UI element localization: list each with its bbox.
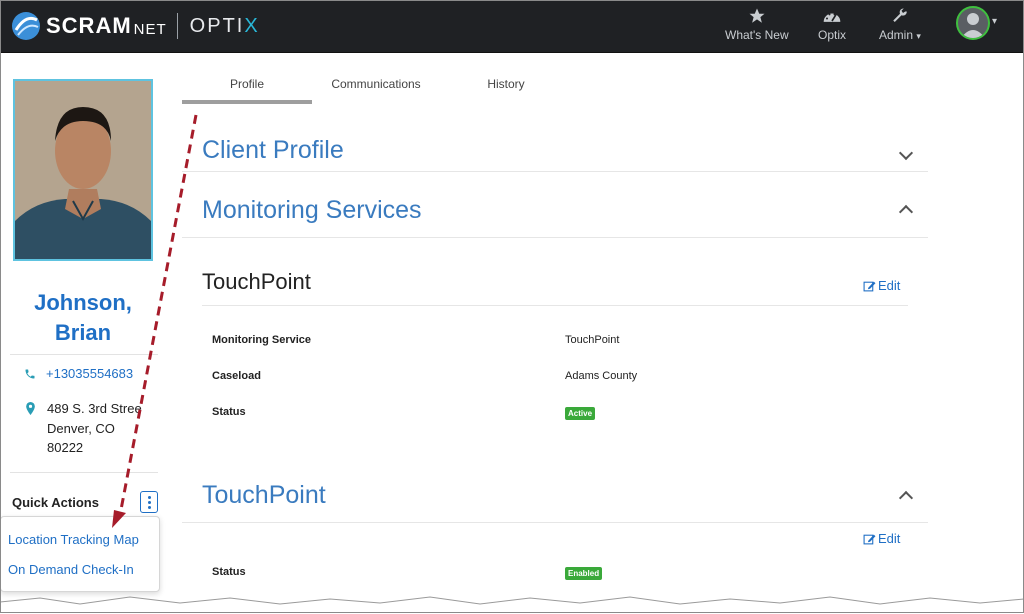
torn-edge-line xyxy=(0,596,1024,605)
edit-icon xyxy=(863,281,876,291)
edit-label: Edit xyxy=(878,531,901,546)
divider xyxy=(182,522,928,523)
top-navbar: SCRAM NET OPTIX What's New Optix Admin ▾… xyxy=(0,0,1024,53)
quick-actions-title: Quick Actions xyxy=(12,495,99,510)
divider xyxy=(202,305,908,306)
edit-icon xyxy=(863,534,876,544)
client-last-name: Johnson, xyxy=(34,290,132,315)
field-value-caseload: Adams County xyxy=(565,370,638,382)
client-portrait-image xyxy=(15,81,151,259)
scram-swirl-icon xyxy=(12,12,40,40)
tab-profile[interactable]: Profile xyxy=(182,77,312,91)
field-label-monitoring-service: Monitoring Service xyxy=(212,334,312,346)
tab-history[interactable]: History xyxy=(441,77,571,91)
torn-edge xyxy=(0,597,1024,614)
status-badge-active: Active xyxy=(565,407,596,420)
client-name: Johnson, Brian xyxy=(10,288,156,348)
edit-touchpoint-button[interactable]: Edit xyxy=(863,278,900,293)
field-value-monitoring-service: TouchPoint xyxy=(565,334,620,346)
chevron-up-icon[interactable] xyxy=(898,490,914,506)
edit-label: Edit xyxy=(878,278,901,293)
kebab-dot-icon xyxy=(147,505,151,509)
user-avatar-button[interactable] xyxy=(956,6,990,40)
nav-optix[interactable]: Optix xyxy=(818,6,846,42)
client-first-name: Brian xyxy=(54,320,112,345)
brand-divider xyxy=(176,13,178,39)
chevron-down-icon[interactable] xyxy=(898,145,914,161)
brand-net-text: NET xyxy=(133,20,167,38)
quick-actions-kebab-button[interactable] xyxy=(140,491,158,513)
client-address-text: 489 S. 3rd Stree Denver, CO 80222 xyxy=(47,399,142,458)
nav-whats-new[interactable]: What's New xyxy=(725,6,789,42)
divider xyxy=(182,237,928,238)
nav-optix-label: Optix xyxy=(818,28,847,42)
menu-item-on-demand-check-in[interactable]: On Demand Check-In xyxy=(8,562,134,577)
client-phone-number[interactable]: +13035554683 xyxy=(46,366,133,381)
divider xyxy=(182,171,928,172)
brand-scram-text: SCRAM xyxy=(46,13,132,38)
nav-admin-label: Admin xyxy=(879,28,914,42)
map-pin-icon xyxy=(26,402,35,415)
kebab-dot-icon xyxy=(147,500,151,504)
phone-icon xyxy=(25,369,35,378)
field-label-status: Status xyxy=(212,406,246,418)
address-line-1: 489 S. 3rd Stree xyxy=(47,401,142,416)
admin-caret-icon: ▾ xyxy=(916,31,921,41)
menu-item-location-tracking-map[interactable]: Location Tracking Map xyxy=(8,532,139,547)
dashboard-gauge-icon xyxy=(823,13,841,22)
avatar-caret-icon[interactable]: ▾ xyxy=(992,16,997,27)
quick-actions-menu: Location Tracking Map On Demand Check-In xyxy=(0,516,160,592)
address-line-2: Denver, CO xyxy=(47,420,115,436)
chevron-up-icon[interactable] xyxy=(898,204,914,220)
client-phone[interactable]: +13035554683 xyxy=(24,366,133,381)
tab-communications[interactable]: Communications xyxy=(311,77,441,91)
nav-admin[interactable]: Admin ▾ xyxy=(879,6,921,42)
brand-optix-text: OPTIX xyxy=(189,14,260,37)
client-photo xyxy=(13,79,153,261)
touchpoint-card-title: TouchPoint xyxy=(202,269,311,294)
nav-whats-new-label: What's New xyxy=(725,28,789,42)
active-tab-indicator xyxy=(182,100,312,104)
wrench-icon xyxy=(893,8,907,22)
address-line-3: 80222 xyxy=(47,440,84,455)
monitoring-services-heading[interactable]: Monitoring Services xyxy=(202,196,422,225)
scramnet-optix-logo[interactable]: SCRAM NET OPTIX xyxy=(10,8,260,44)
client-profile-heading[interactable]: Client Profile xyxy=(202,136,344,165)
user-avatar-icon xyxy=(961,13,985,38)
field-label-status: Status xyxy=(212,566,246,578)
star-icon xyxy=(749,8,765,23)
touchpoint-section-heading[interactable]: TouchPoint xyxy=(202,481,326,510)
divider xyxy=(10,354,158,355)
kebab-dot-icon xyxy=(147,495,151,499)
divider xyxy=(10,472,158,473)
status-badge-enabled: Enabled xyxy=(565,567,603,580)
edit-touchpoint-section-button[interactable]: Edit xyxy=(863,531,900,546)
client-address: 489 S. 3rd Stree Denver, CO 80222 xyxy=(26,399,142,458)
field-label-caseload: Caseload xyxy=(212,370,261,382)
